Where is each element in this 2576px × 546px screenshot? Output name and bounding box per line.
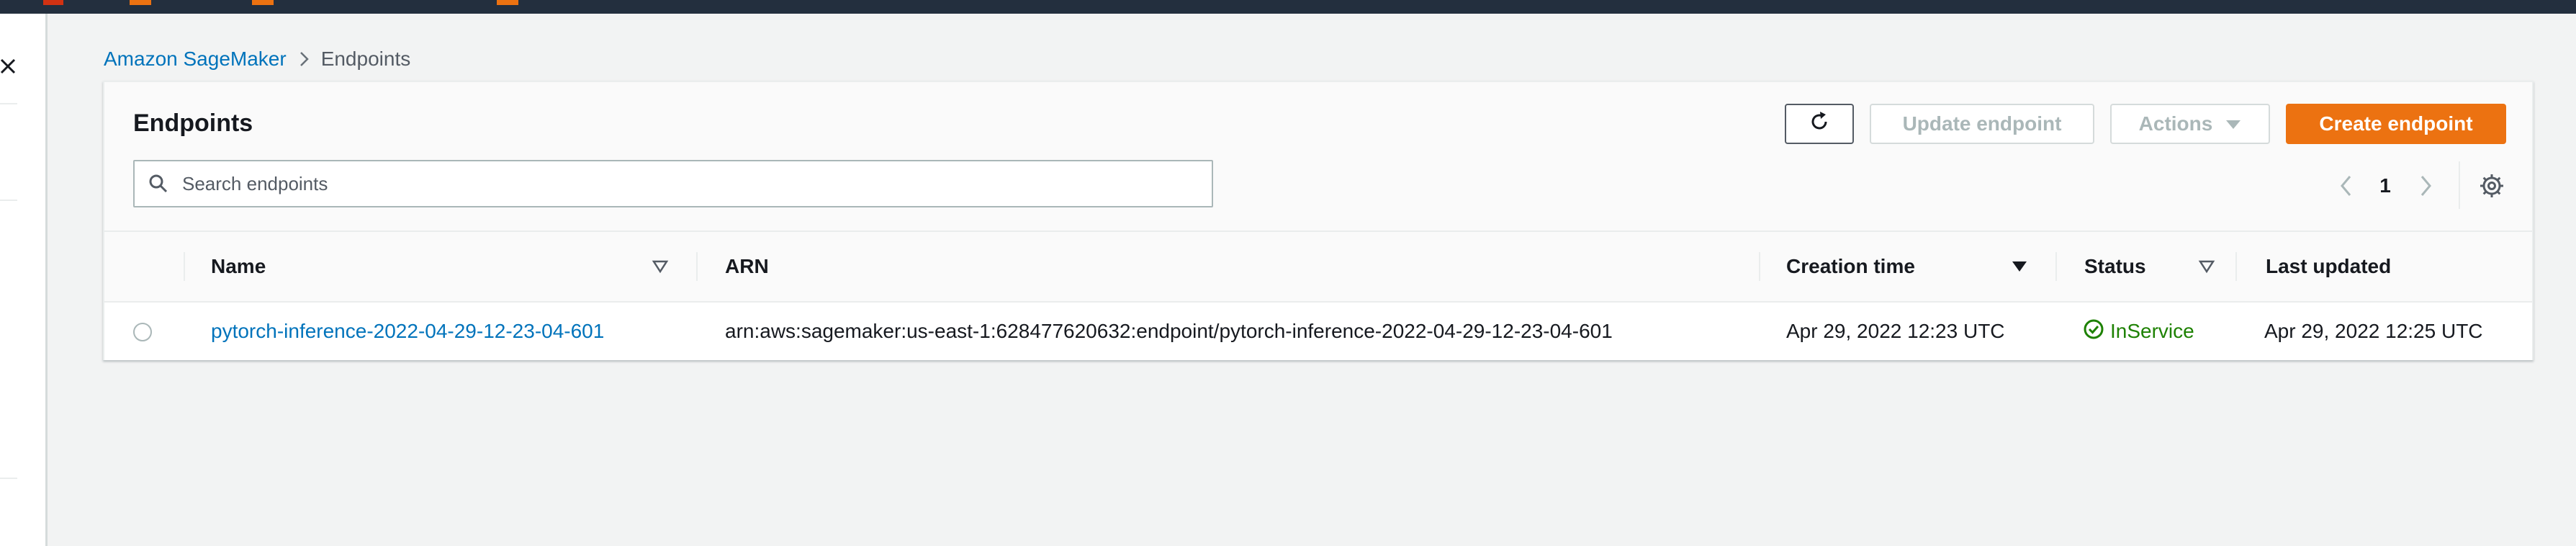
page-number[interactable]: 1 (2372, 171, 2398, 200)
close-icon[interactable] (0, 58, 17, 76)
refresh-button[interactable] (1785, 104, 1854, 144)
caret-down-outline-icon[interactable] (2198, 258, 2215, 275)
endpoint-last-updated: Apr 29, 2022 12:25 UTC (2264, 320, 2483, 342)
chevron-left-icon[interactable] (2333, 171, 2359, 200)
column-header-creation-time[interactable]: Creation time (1786, 232, 1915, 301)
nav-tab-marker (497, 0, 518, 5)
status-badge: InService (2083, 303, 2194, 360)
table-header: Endpoints Update endpoint Actions Create… (104, 82, 2532, 232)
table-column-headers: Name ARN Creation time Status Last updat… (104, 232, 2532, 303)
search-icon (135, 161, 182, 206)
table-title: Endpoints (133, 109, 253, 137)
column-divider (2055, 252, 2057, 281)
chevron-right-icon[interactable] (2413, 171, 2438, 200)
nav-tab-marker (43, 0, 63, 5)
chevron-right-icon (287, 46, 321, 72)
endpoints-table: Endpoints Update endpoint Actions Create… (103, 81, 2534, 360)
column-divider (2235, 252, 2237, 281)
column-divider (184, 252, 185, 281)
column-header-arn[interactable]: ARN (725, 232, 769, 301)
column-divider (696, 252, 698, 281)
caret-down-filled-icon[interactable] (2011, 258, 2028, 275)
refresh-icon (1808, 110, 1831, 138)
actions-label: Actions (2138, 112, 2213, 135)
endpoint-arn: arn:aws:sagemaker:us-east-1:628477620632… (725, 320, 1613, 342)
caret-down-outline-icon[interactable] (652, 258, 669, 275)
check-circle-icon (2083, 318, 2104, 345)
endpoint-creation-time: Apr 29, 2022 12:23 UTC (1786, 320, 2005, 342)
side-navigation (0, 14, 48, 546)
breadcrumb-sagemaker-link[interactable]: Amazon SageMaker (104, 48, 287, 71)
nav-tab-marker (130, 0, 151, 5)
create-endpoint-button[interactable]: Create endpoint (2286, 104, 2506, 144)
nav-tab-marker (252, 0, 274, 5)
breadcrumb-current: Endpoints (320, 48, 411, 70)
nav-divider (0, 478, 17, 479)
table-row[interactable]: pytorch-inference-2022-04-29-12-23-04-60… (104, 303, 2532, 360)
search-input[interactable] (182, 164, 1212, 204)
pagination-divider (2459, 161, 2460, 209)
top-nav-bar (0, 0, 2576, 14)
column-header-last-updated[interactable]: Last updated (2266, 232, 2391, 301)
row-select-radio[interactable] (133, 323, 152, 341)
actions-button[interactable]: Actions (2110, 104, 2270, 144)
caret-down-icon (2225, 112, 2241, 135)
column-divider (1759, 252, 1760, 281)
nav-divider (0, 103, 17, 104)
breadcrumb: Amazon SageMaker Endpoints (104, 46, 410, 72)
status-text: InService (2110, 320, 2194, 342)
column-header-name[interactable]: Name (211, 232, 266, 301)
column-header-status[interactable]: Status (2084, 232, 2146, 301)
endpoint-name-link[interactable]: pytorch-inference-2022-04-29-12-23-04-60… (211, 303, 604, 360)
update-endpoint-button[interactable]: Update endpoint (1870, 104, 2094, 144)
gear-icon[interactable] (2477, 171, 2506, 200)
nav-divider (0, 200, 17, 201)
search-box (133, 160, 1213, 207)
